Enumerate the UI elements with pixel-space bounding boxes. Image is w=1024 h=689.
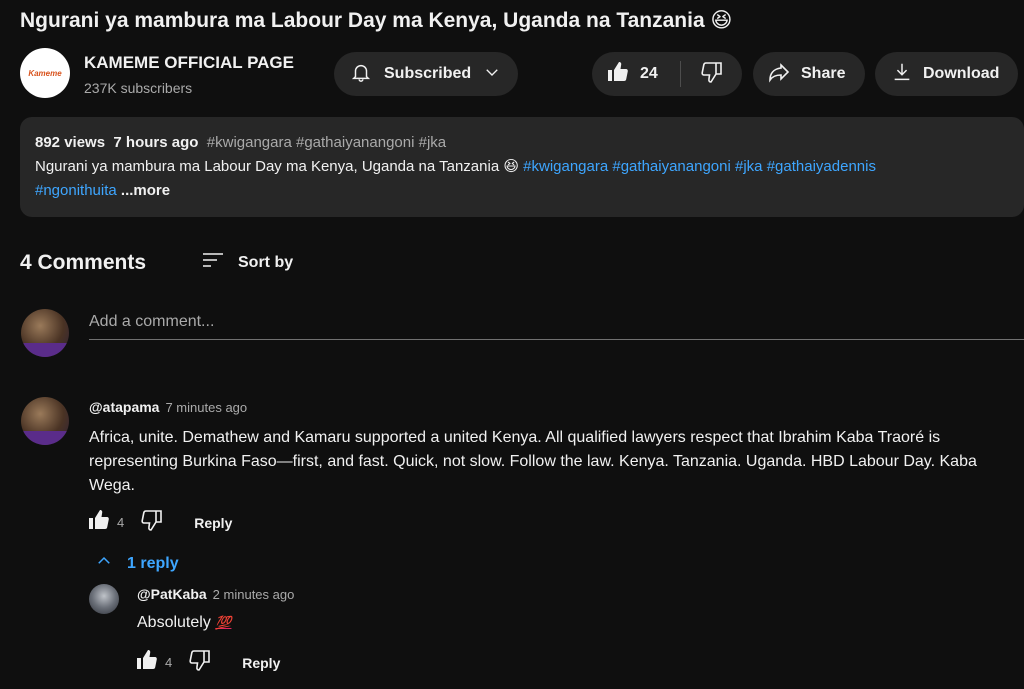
replies-count: 1 reply — [127, 554, 179, 572]
video-title: Ngurani ya mambura ma Labour Day ma Keny… — [20, 9, 733, 32]
comment-actions: 4 Reply — [87, 508, 232, 537]
reply-button[interactable]: Reply — [242, 655, 280, 671]
comment-time[interactable]: 7 minutes ago — [165, 400, 247, 415]
reply-time[interactable]: 2 minutes ago — [213, 587, 295, 602]
share-icon — [767, 60, 791, 89]
bell-icon — [350, 61, 372, 88]
top-hashtags: #kwigangara #gathaiyanangoni #jka — [206, 134, 447, 151]
description-box[interactable]: 892 views 7 hours ago #kwigangara #gatha… — [20, 117, 1024, 217]
more-button[interactable]: ...more — [121, 182, 170, 199]
thumbs-down-icon[interactable] — [140, 508, 164, 537]
comments-count: 4 Comments — [20, 251, 147, 274]
thumbs-down-icon — [700, 60, 724, 89]
like-button[interactable]: 24 — [592, 52, 680, 96]
hashtag-link[interactable]: #gathaiyadennis — [767, 158, 876, 175]
avatar[interactable] — [89, 584, 119, 614]
avatar[interactable] — [21, 397, 69, 445]
channel-name[interactable]: KAMEME OFFICIAL PAGE — [84, 53, 294, 73]
thumbs-up-icon[interactable] — [135, 648, 159, 677]
reply-like-count: 4 — [165, 655, 173, 670]
description-text: Ngurani ya mambura ma Labour Day ma Keny… — [35, 155, 1009, 179]
hashtag-link[interactable]: #kwigangara — [523, 158, 608, 175]
chevron-up-icon — [95, 552, 113, 575]
subscribed-button[interactable]: Subscribed — [334, 52, 518, 96]
subscribed-label: Subscribed — [384, 65, 472, 82]
comment-text: Africa, unite. Demathew and Kamaru suppo… — [89, 429, 977, 494]
channel-logo-text: Kameme — [28, 68, 62, 78]
hashtag-link[interactable]: #ngonithuita — [35, 182, 117, 199]
reply-body: Absolutely — [137, 614, 211, 631]
like-count: 24 — [640, 65, 658, 82]
view-count: 892 views — [35, 134, 106, 151]
upload-age: 7 hours ago — [113, 134, 199, 151]
description-meta: 892 views 7 hours ago #kwigangara #gatha… — [35, 131, 1009, 155]
sort-icon — [200, 248, 226, 277]
add-comment-underline — [89, 339, 1024, 340]
reply-text: Absolutely 💯 — [137, 614, 231, 632]
add-comment-input[interactable]: Add a comment... — [89, 313, 214, 331]
description-text-line-2: #ngonithuita ...more — [35, 179, 1009, 203]
replies-toggle[interactable]: 1 reply — [95, 552, 179, 575]
like-dislike-group: 24 — [592, 52, 742, 96]
thumbs-up-icon[interactable] — [87, 508, 111, 537]
subscriber-count: 237K subscribers — [84, 80, 193, 96]
download-icon — [891, 61, 913, 88]
chevron-down-icon — [483, 63, 501, 86]
thumbs-up-icon — [606, 60, 630, 89]
channel-avatar[interactable]: Kameme — [20, 48, 70, 98]
reply-header: @PatKaba 2 minutes ago — [137, 586, 294, 604]
download-button[interactable]: Download — [875, 52, 1018, 96]
download-label: Download — [923, 65, 1000, 82]
share-label: Share — [801, 65, 846, 82]
reply-actions: 4 Reply — [135, 648, 280, 677]
comment-header: @atapama 7 minutes ago — [89, 399, 247, 417]
reply-author[interactable]: @PatKaba — [137, 586, 207, 602]
current-user-avatar — [21, 309, 69, 357]
comment-author[interactable]: @atapama — [89, 399, 159, 415]
hundred-emoji: 💯 — [215, 615, 232, 630]
share-button[interactable]: Share — [753, 52, 865, 96]
hashtag-link[interactable]: #gathaiyanangoni — [612, 158, 730, 175]
description-body: Ngurani ya mambura ma Labour Day ma Keny… — [35, 158, 519, 175]
sort-by-label: Sort by — [238, 253, 294, 271]
sort-by-button[interactable]: Sort by — [200, 248, 293, 277]
comment-like-count: 4 — [117, 515, 125, 530]
hashtag-link[interactable]: #jka — [735, 158, 763, 175]
dislike-button[interactable] — [681, 60, 742, 89]
thumbs-down-icon[interactable] — [188, 648, 212, 677]
reply-button[interactable]: Reply — [194, 515, 232, 531]
